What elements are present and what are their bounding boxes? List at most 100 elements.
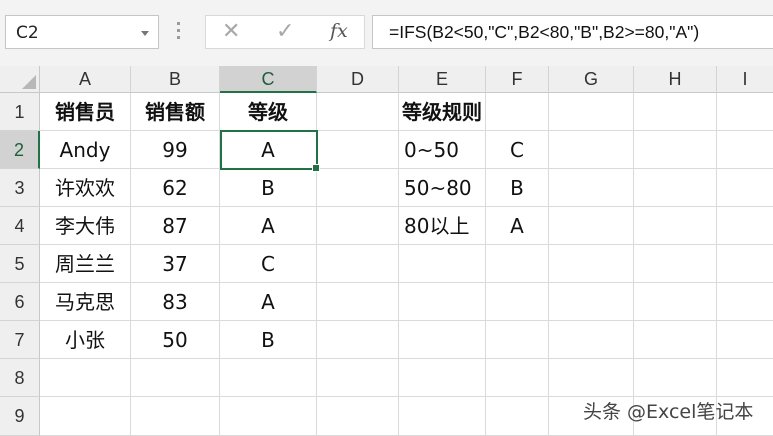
- cell-h4[interactable]: [634, 207, 717, 245]
- cell-f1[interactable]: [486, 93, 549, 131]
- row-header-7[interactable]: 7: [0, 321, 40, 359]
- cell-h8[interactable]: [634, 359, 717, 397]
- cell-g3[interactable]: [549, 169, 634, 207]
- cell-e1[interactable]: 等级规则: [399, 93, 486, 131]
- cell-c3[interactable]: B: [220, 169, 317, 207]
- cell-a4[interactable]: 李大伟: [40, 207, 131, 245]
- cell-e3[interactable]: 50~80: [399, 169, 486, 207]
- cell-f6[interactable]: [486, 283, 549, 321]
- cell-i2[interactable]: [717, 131, 773, 169]
- insert-function-icon[interactable]: fx: [330, 20, 348, 42]
- cell-a9[interactable]: [40, 397, 131, 436]
- formula-input[interactable]: =IFS(B2<50,"C",B2<80,"B",B2>=80,"A"): [372, 15, 773, 49]
- cell-i8[interactable]: [717, 359, 773, 397]
- cell-b7[interactable]: 50: [131, 321, 220, 359]
- cell-b4[interactable]: 87: [131, 207, 220, 245]
- cell-a6[interactable]: 马克思: [40, 283, 131, 321]
- cell-d1[interactable]: [317, 93, 399, 131]
- column-header-c[interactable]: C: [220, 66, 317, 93]
- cell-f9[interactable]: [486, 397, 549, 436]
- formula-text[interactable]: =IFS(B2<50,"C",B2<80,"B",B2>=80,"A"): [389, 22, 699, 43]
- cell-b9[interactable]: [131, 397, 220, 436]
- cell-b5[interactable]: 37: [131, 245, 220, 283]
- cell-a7[interactable]: 小张: [40, 321, 131, 359]
- cell-f5[interactable]: [486, 245, 549, 283]
- cell-b3[interactable]: 62: [131, 169, 220, 207]
- cell-e6[interactable]: [399, 283, 486, 321]
- column-header-a[interactable]: A: [40, 66, 131, 93]
- cell-h5[interactable]: [634, 245, 717, 283]
- row-header-3[interactable]: 3: [0, 169, 40, 207]
- cell-i4[interactable]: [717, 207, 773, 245]
- cell-h6[interactable]: [634, 283, 717, 321]
- cell-d3[interactable]: [317, 169, 399, 207]
- chevron-down-icon[interactable]: [141, 31, 149, 36]
- cell-c7[interactable]: B: [220, 321, 317, 359]
- cell-g4[interactable]: [549, 207, 634, 245]
- cell-a3[interactable]: 许欢欢: [40, 169, 131, 207]
- column-header-g[interactable]: G: [549, 66, 634, 93]
- cell-c5[interactable]: C: [220, 245, 317, 283]
- row-header-4[interactable]: 4: [0, 207, 40, 245]
- cell-e7[interactable]: [399, 321, 486, 359]
- cell-i6[interactable]: [717, 283, 773, 321]
- drag-handle-icon[interactable]: [176, 22, 182, 42]
- row-header-9[interactable]: 9: [0, 397, 40, 436]
- fill-handle[interactable]: [312, 164, 320, 172]
- cell-g1[interactable]: [549, 93, 634, 131]
- cell-d2[interactable]: [317, 131, 399, 169]
- cell-g7[interactable]: [549, 321, 634, 359]
- column-header-f[interactable]: F: [486, 66, 549, 93]
- cell-d8[interactable]: [317, 359, 399, 397]
- cell-i3[interactable]: [717, 169, 773, 207]
- cell-g2[interactable]: [549, 131, 634, 169]
- row-header-1[interactable]: 1: [0, 93, 40, 131]
- cell-d5[interactable]: [317, 245, 399, 283]
- column-header-e[interactable]: E: [399, 66, 486, 93]
- cell-g5[interactable]: [549, 245, 634, 283]
- column-header-b[interactable]: B: [131, 66, 220, 93]
- cell-d6[interactable]: [317, 283, 399, 321]
- cell-i1[interactable]: [717, 93, 773, 131]
- column-header-d[interactable]: D: [317, 66, 399, 93]
- cell-b2[interactable]: 99: [131, 131, 220, 169]
- cell-c9[interactable]: [220, 397, 317, 436]
- row-header-5[interactable]: 5: [0, 245, 40, 283]
- cell-c8[interactable]: [220, 359, 317, 397]
- cell-b1[interactable]: 销售额: [131, 93, 220, 131]
- cell-g8[interactable]: [549, 359, 634, 397]
- row-header-8[interactable]: 8: [0, 359, 40, 397]
- cell-a8[interactable]: [40, 359, 131, 397]
- cell-e9[interactable]: [399, 397, 486, 436]
- cell-e2[interactable]: 0~50: [399, 131, 486, 169]
- cell-b8[interactable]: [131, 359, 220, 397]
- cell-i5[interactable]: [717, 245, 773, 283]
- cell-c4[interactable]: A: [220, 207, 317, 245]
- cell-c1[interactable]: 等级: [220, 93, 317, 131]
- cell-b6[interactable]: 83: [131, 283, 220, 321]
- cell-e5[interactable]: [399, 245, 486, 283]
- cell-a1[interactable]: 销售员: [40, 93, 131, 131]
- cell-f3[interactable]: B: [486, 169, 549, 207]
- name-box[interactable]: C2: [5, 15, 159, 49]
- select-all-button[interactable]: [0, 66, 40, 93]
- cell-a2[interactable]: Andy: [40, 131, 131, 169]
- cell-h3[interactable]: [634, 169, 717, 207]
- column-header-i[interactable]: I: [717, 66, 773, 93]
- close-icon[interactable]: ✕: [222, 19, 240, 45]
- cell-e8[interactable]: [399, 359, 486, 397]
- cell-h1[interactable]: [634, 93, 717, 131]
- row-header-6[interactable]: 6: [0, 283, 40, 321]
- row-header-2[interactable]: 2: [0, 131, 40, 169]
- cell-a5[interactable]: 周兰兰: [40, 245, 131, 283]
- checkmark-icon[interactable]: ✓: [276, 19, 294, 45]
- column-header-h[interactable]: H: [634, 66, 717, 93]
- cell-d7[interactable]: [317, 321, 399, 359]
- cell-g6[interactable]: [549, 283, 634, 321]
- cell-i7[interactable]: [717, 321, 773, 359]
- cell-f7[interactable]: [486, 321, 549, 359]
- cell-f4[interactable]: A: [486, 207, 549, 245]
- cell-f2[interactable]: C: [486, 131, 549, 169]
- cell-f8[interactable]: [486, 359, 549, 397]
- cell-d9[interactable]: [317, 397, 399, 436]
